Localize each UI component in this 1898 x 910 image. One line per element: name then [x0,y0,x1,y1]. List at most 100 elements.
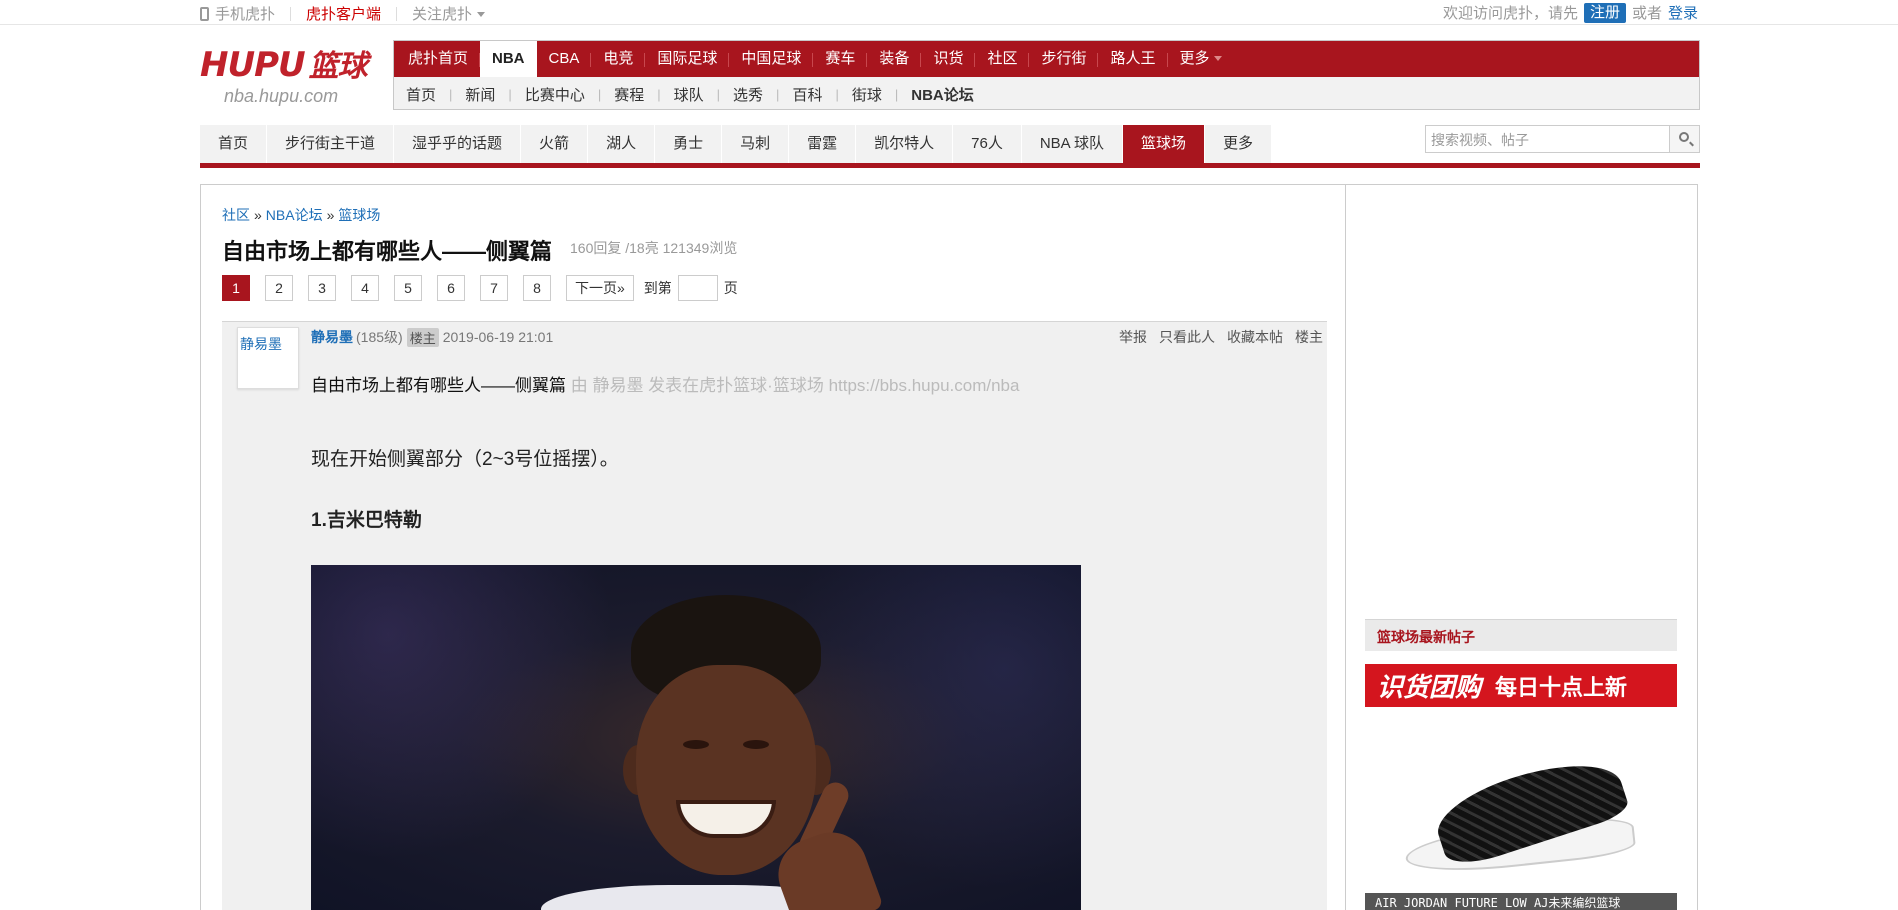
subnav-news[interactable]: 新闻 [465,84,495,105]
divider: | [776,86,780,102]
board-tab-more[interactable]: 更多 [1205,125,1273,163]
breadcrumb-court[interactable]: 篮球场 [338,207,380,223]
divider: | [657,86,661,102]
chevron-down-icon [477,12,486,17]
subnav-nba-forum[interactable]: NBA论坛 [911,84,974,105]
post-source: 由 静易墨 发表在虎扑篮球·篮球场 https://bbs.hupu.com/n… [570,376,1020,395]
nav-underline [200,163,1700,168]
page-8[interactable]: 8 [523,275,551,301]
only-this-author-link[interactable]: 只看此人 [1159,327,1215,347]
ad-slogan: 每日十点上新 [1495,674,1628,700]
site-logo[interactable]: HUPU 篮球 nba.hupu.com [200,45,380,115]
post-subheading: 1.吉米巴特勒 [311,510,422,531]
author-link[interactable]: 静易墨 [311,327,353,347]
breadcrumb-nba-forum[interactable]: NBA论坛 [266,207,323,223]
search-icon [1679,132,1689,142]
breadcrumb: 社区» NBA论坛» 篮球场 [222,205,380,225]
favorite-link[interactable]: 收藏本帖 [1227,327,1283,347]
sidebar-ad[interactable]: 识货团购 每日十点上新 AIR JORDAN FUTURE LOW AJ未来编织… [1365,664,1677,910]
nav-item-gear[interactable]: 装备 [867,41,922,77]
board-tab-celtics[interactable]: 凯尔特人 [856,125,954,163]
breadcrumb-community[interactable]: 社区 [222,207,250,223]
top-bar-left: 手机虎扑 虎扑客户端 关注虎扑 [200,3,486,24]
register-button[interactable]: 注册 [1583,2,1626,23]
subnav-teams[interactable]: 球队 [674,84,704,105]
goto-page-input[interactable] [677,275,718,301]
page-7[interactable]: 7 [480,275,508,301]
divider: | [508,86,512,102]
page-4[interactable]: 4 [351,275,379,301]
post-heading: 自由市场上都有哪些人——侧翼篇 由 静易墨 发表在虎扑篮球·篮球场 https:… [311,371,1019,396]
chevron-down-icon [1213,56,1222,61]
board-tab-warriors[interactable]: 勇士 [655,125,723,163]
nav-item-esports[interactable]: 电竞 [591,41,646,77]
follow-menu[interactable]: 关注虎扑 [412,3,486,24]
subnav-schedule[interactable]: 赛程 [614,84,644,105]
floor-label: 楼主 [1295,329,1323,345]
nav-item-bxj[interactable]: 步行街 [1029,41,1099,77]
page-6[interactable]: 6 [437,275,465,301]
board-tab-spurs[interactable]: 马刺 [722,125,790,163]
breadcrumb-sep: » [254,207,262,223]
nav-item-community[interactable]: 社区 [975,41,1030,77]
subnav-draft[interactable]: 选秀 [733,84,763,105]
board-tab-shihuhu[interactable]: 湿乎乎的话题 [394,125,522,163]
board-tab-nba-teams[interactable]: NBA 球队 [1021,125,1124,163]
welcome-text: 欢迎访问虎扑，请先 [1442,5,1578,22]
top-bar-right: 欢迎访问虎扑，请先 注册 或者 登录 [1443,2,1698,23]
main-nav-secondary: 首页 | 新闻 | 比赛中心 | 赛程 | 球队 | 选秀 | 百科 | 街球 | NBA论坛 [394,77,1699,111]
board-tab-rockets[interactable]: 火箭 [521,125,589,163]
search-button[interactable] [1669,126,1699,152]
subnav-wiki[interactable]: 百科 [792,84,822,105]
nav-item-nba[interactable]: NBA [480,41,537,77]
client-link[interactable]: 虎扑客户端 [306,3,381,24]
subnav-match-center[interactable]: 比赛中心 [525,84,585,105]
next-page-button[interactable]: 下一页» [566,275,634,301]
nav-item-cba[interactable]: CBA [537,41,592,77]
thread-stats: 160回复 /18亮 121349浏览 [570,240,738,256]
board-tab-thunder[interactable]: 雷霆 [789,125,857,163]
page-5[interactable]: 5 [394,275,422,301]
sidebar-heading: 篮球场最新帖子 [1365,619,1677,651]
board-tab-court[interactable]: 篮球场 [1123,125,1206,163]
nav-item-more[interactable]: 更多 [1168,41,1234,77]
nav-item-shihuo[interactable]: 识货 [921,41,976,77]
page-2[interactable]: 2 [265,275,293,301]
divider: | [597,86,602,102]
avatar[interactable]: 静易墨 [237,327,299,389]
image-eye [743,740,769,749]
board-tab-home[interactable]: 首页 [200,125,268,163]
search-input[interactable]: 搜索视频、帖子 [1431,130,1529,150]
nav-item-intl-soccer[interactable]: 国际足球 [645,41,730,77]
search-box[interactable]: 搜索视频、帖子 [1425,125,1700,153]
main-nav: 虎扑首页 NBA CBA 电竞 国际足球 中国足球 赛车 装备 识货 社区 步行… [393,40,1700,110]
image-eye [683,740,709,749]
goto-suffix: 页 [723,280,738,296]
nav-more-label: 更多 [1179,50,1210,67]
login-link[interactable]: 登录 [1668,2,1698,23]
divider [396,6,398,21]
main-nav-primary: 虎扑首页 NBA CBA 电竞 国际足球 中国足球 赛车 装备 识货 社区 步行… [394,41,1699,77]
board-tab-lakers[interactable]: 湖人 [588,125,656,163]
post-image[interactable] [311,565,1081,910]
follow-label: 关注虎扑 [412,6,473,23]
subnav-streetball[interactable]: 街球 [852,84,882,105]
report-link[interactable]: 举报 [1119,327,1147,347]
sidebar-heading-text: 篮球场最新帖子 [1377,629,1475,645]
nav-item-racing[interactable]: 赛车 [813,41,868,77]
top-bar: 手机虎扑 虎扑客户端 关注虎扑 欢迎访问虎扑，请先 注册 或者 登录 [0,0,1898,25]
post-paragraph: 现在开始侧翼部分（2~3号位摇摆）。 [311,449,619,470]
board-tab-bxj-main[interactable]: 步行街主干道 [267,125,395,163]
subnav-home[interactable]: 首页 [406,84,436,105]
or-text: 或者 [1631,5,1662,22]
breadcrumb-sep: » [326,207,335,223]
ad-caption: AIR JORDAN FUTURE LOW AJ未来编织篮球 [1365,893,1677,910]
page-1[interactable]: 1 [222,275,250,301]
page-3[interactable]: 3 [308,275,336,301]
mobile-link[interactable]: 手机虎扑 [200,3,275,24]
ad-brand: 识货团购 [1377,672,1482,702]
board-tab-76ers[interactable]: 76人 [953,125,1022,163]
nav-item-hupu-home[interactable]: 虎扑首页 [396,41,481,77]
nav-item-luren[interactable]: 路人王 [1098,41,1168,77]
nav-item-cn-soccer[interactable]: 中国足球 [729,41,814,77]
